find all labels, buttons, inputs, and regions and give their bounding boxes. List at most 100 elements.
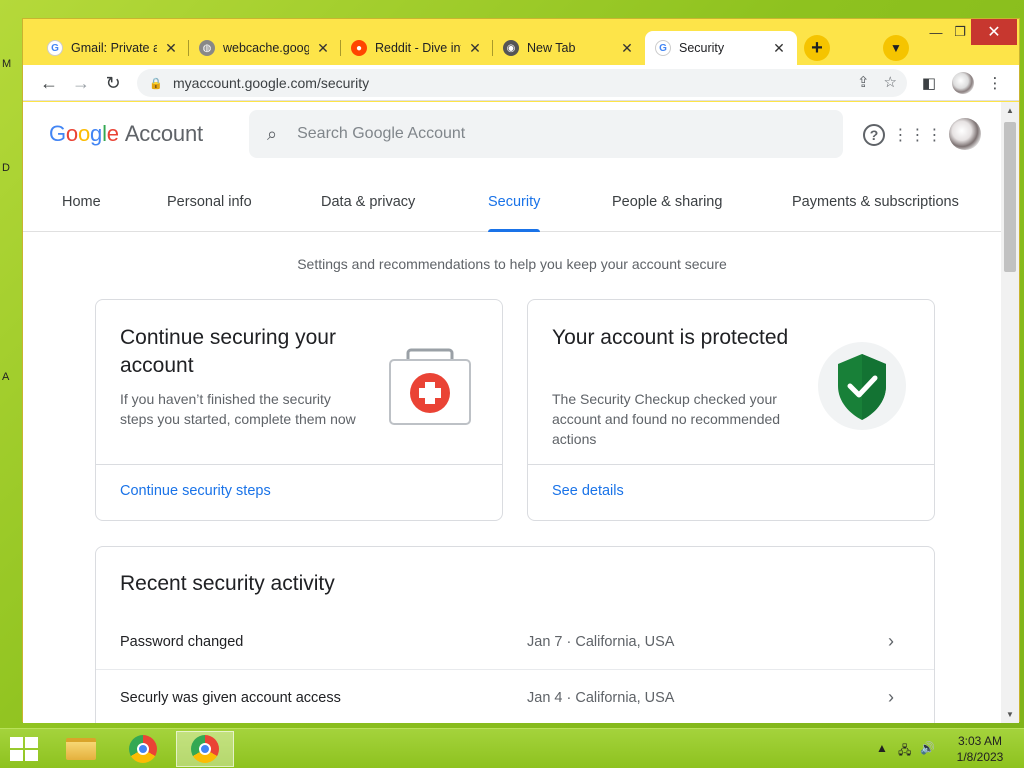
- card-description: The Security Checkup checked your accoun…: [552, 391, 781, 447]
- logo-account-text: Account: [124, 121, 203, 146]
- search-icon: ⌕: [267, 123, 278, 144]
- tab-strip: G Gmail: Private an ✕ ◍ webcache.googl ✕…: [23, 19, 1019, 65]
- google-apps-button[interactable]: ⋮⋮⋮: [893, 122, 943, 148]
- minimize-icon: —: [929, 24, 943, 40]
- search-placeholder: Search Google Account: [297, 125, 466, 142]
- tab-search-button[interactable]: ▼: [883, 35, 909, 61]
- avatar: [952, 72, 974, 94]
- see-details-link[interactable]: See details: [552, 483, 624, 499]
- page-content: Google Account ⌕ Search Google Account ? …: [23, 102, 1001, 723]
- card-divider: [96, 464, 502, 465]
- tab-security[interactable]: G Security ✕: [645, 31, 797, 65]
- card-description: If you haven’t finished the security ste…: [120, 391, 356, 427]
- tab-reddit[interactable]: ● Reddit - Dive int ✕: [341, 31, 493, 65]
- scrollbar-thumb[interactable]: [1004, 122, 1016, 272]
- help-button[interactable]: ?: [863, 124, 885, 146]
- google-account-logo[interactable]: Google Account: [49, 121, 203, 147]
- logo-letter: g: [90, 121, 103, 146]
- arrow-right-icon: →: [72, 72, 90, 93]
- account-search-input[interactable]: ⌕ Search Google Account: [249, 110, 843, 158]
- scroll-down-icon[interactable]: ▼: [1001, 710, 1019, 719]
- chevron-right-icon: ›: [888, 631, 894, 651]
- page-intro: Settings and recommendations to help you…: [297, 256, 727, 272]
- tab-title: Security: [679, 41, 725, 55]
- tab-payments-subscriptions[interactable]: Payments & subscriptions: [792, 172, 959, 232]
- tab-data-privacy[interactable]: Data & privacy: [321, 172, 415, 232]
- card-divider: [528, 464, 934, 465]
- tray-expand-icon[interactable]: ▲: [876, 741, 888, 755]
- google-g-icon: G: [47, 40, 63, 56]
- close-icon[interactable]: ✕: [771, 40, 787, 57]
- volume-icon[interactable]: 🔊: [920, 741, 935, 755]
- tab-security[interactable]: Security: [488, 172, 541, 232]
- star-icon[interactable]: ☆: [884, 73, 897, 91]
- start-button[interactable]: [10, 737, 38, 761]
- first-aid-kit-icon: [389, 348, 471, 425]
- desktop-icon-label: M: [2, 58, 12, 70]
- tab-new-tab[interactable]: ◉ New Tab ✕: [493, 31, 645, 65]
- profile-button[interactable]: [951, 71, 975, 95]
- account-header: Google Account ⌕ Search Google Account ? …: [23, 102, 1001, 172]
- activity-event: Password changed: [120, 633, 244, 650]
- scroll-up-icon[interactable]: ▲: [1001, 106, 1019, 115]
- tab-gmail[interactable]: G Gmail: Private an ✕: [37, 31, 189, 65]
- shield-check-icon: [818, 342, 906, 430]
- taskbar-chrome-active[interactable]: [176, 731, 234, 767]
- taskbar-file-explorer[interactable]: [52, 731, 110, 767]
- activity-meta: Jan 7 · California, USA: [527, 633, 675, 650]
- close-icon[interactable]: ✕: [467, 40, 483, 57]
- desktop-icon-label: A: [2, 371, 10, 383]
- chrome-icon: [191, 735, 219, 763]
- help-icon: ?: [869, 127, 879, 143]
- share-icon[interactable]: ⇪: [857, 73, 870, 91]
- url-text: myaccount.google.com/security: [173, 75, 370, 91]
- back-button[interactable]: ←: [35, 69, 63, 97]
- tab-home[interactable]: Home: [62, 172, 101, 232]
- taskbar-clock[interactable]: 3:03 AM 1/8/2023: [944, 733, 1016, 765]
- account-protected-card: Your account is protected The Security C…: [527, 299, 935, 521]
- logo-letter: o: [77, 121, 91, 146]
- continue-security-steps-link[interactable]: Continue security steps: [120, 483, 271, 499]
- clock-time: 3:03 AM: [957, 734, 1003, 748]
- tab-title: Reddit - Dive int: [375, 41, 461, 55]
- tab-people-sharing[interactable]: People & sharing: [612, 172, 722, 232]
- close-icon[interactable]: ✕: [315, 40, 331, 57]
- taskbar: ▲ 🖧 🔊 3:03 AM 1/8/2023: [0, 728, 1024, 768]
- browser-toolbar: ← → ↻ 🔒 myaccount.google.com/security ⇪ …: [23, 65, 1019, 101]
- tab-webcache[interactable]: ◍ webcache.googl ✕: [189, 31, 341, 65]
- arrow-left-icon: ←: [40, 72, 58, 93]
- avatar[interactable]: [949, 118, 981, 150]
- globe-icon: ◍: [199, 40, 215, 56]
- list-item[interactable]: Password changed Jan 7 · California, USA…: [96, 614, 934, 670]
- logo-letter: o: [65, 121, 78, 146]
- network-icon[interactable]: 🖧: [898, 741, 911, 762]
- new-tab-button[interactable]: +: [804, 35, 830, 61]
- apps-grid-icon: ⋮⋮⋮: [892, 127, 944, 144]
- google-g-icon: G: [655, 40, 671, 56]
- clock-date: 1/8/2023: [956, 750, 1004, 764]
- logo-letter: e: [106, 121, 119, 146]
- tab-title: New Tab: [527, 41, 576, 55]
- reload-icon: ↻: [105, 72, 121, 93]
- address-bar[interactable]: 🔒 myaccount.google.com/security ⇪ ☆: [137, 69, 907, 97]
- forward-button[interactable]: →: [67, 69, 95, 97]
- activity-event: Securly was given account access: [120, 689, 341, 706]
- folder-icon: [66, 738, 96, 760]
- reload-button[interactable]: ↻: [99, 69, 127, 97]
- tab-personal-info[interactable]: Personal info: [167, 172, 252, 232]
- list-item[interactable]: Securly was given account access Jan 4 ·…: [96, 670, 934, 723]
- close-icon[interactable]: ✕: [619, 40, 635, 57]
- browser-menu-button[interactable]: ⋮: [985, 71, 1005, 95]
- close-window-button[interactable]: ✕: [971, 19, 1017, 45]
- chevron-down-icon: ▼: [890, 41, 902, 55]
- side-panel-button[interactable]: ◧: [919, 71, 939, 95]
- desktop-icon-label: D: [2, 162, 10, 174]
- chrome-icon: [129, 735, 157, 763]
- tab-title: webcache.googl: [223, 41, 309, 55]
- page-scrollbar[interactable]: ▲ ▼: [1001, 102, 1019, 723]
- kebab-menu-icon: ⋮: [987, 75, 1003, 92]
- taskbar-chrome[interactable]: [114, 731, 172, 767]
- close-icon: ✕: [987, 24, 1001, 41]
- close-icon[interactable]: ✕: [163, 40, 179, 57]
- logo-letter: G: [49, 121, 66, 146]
